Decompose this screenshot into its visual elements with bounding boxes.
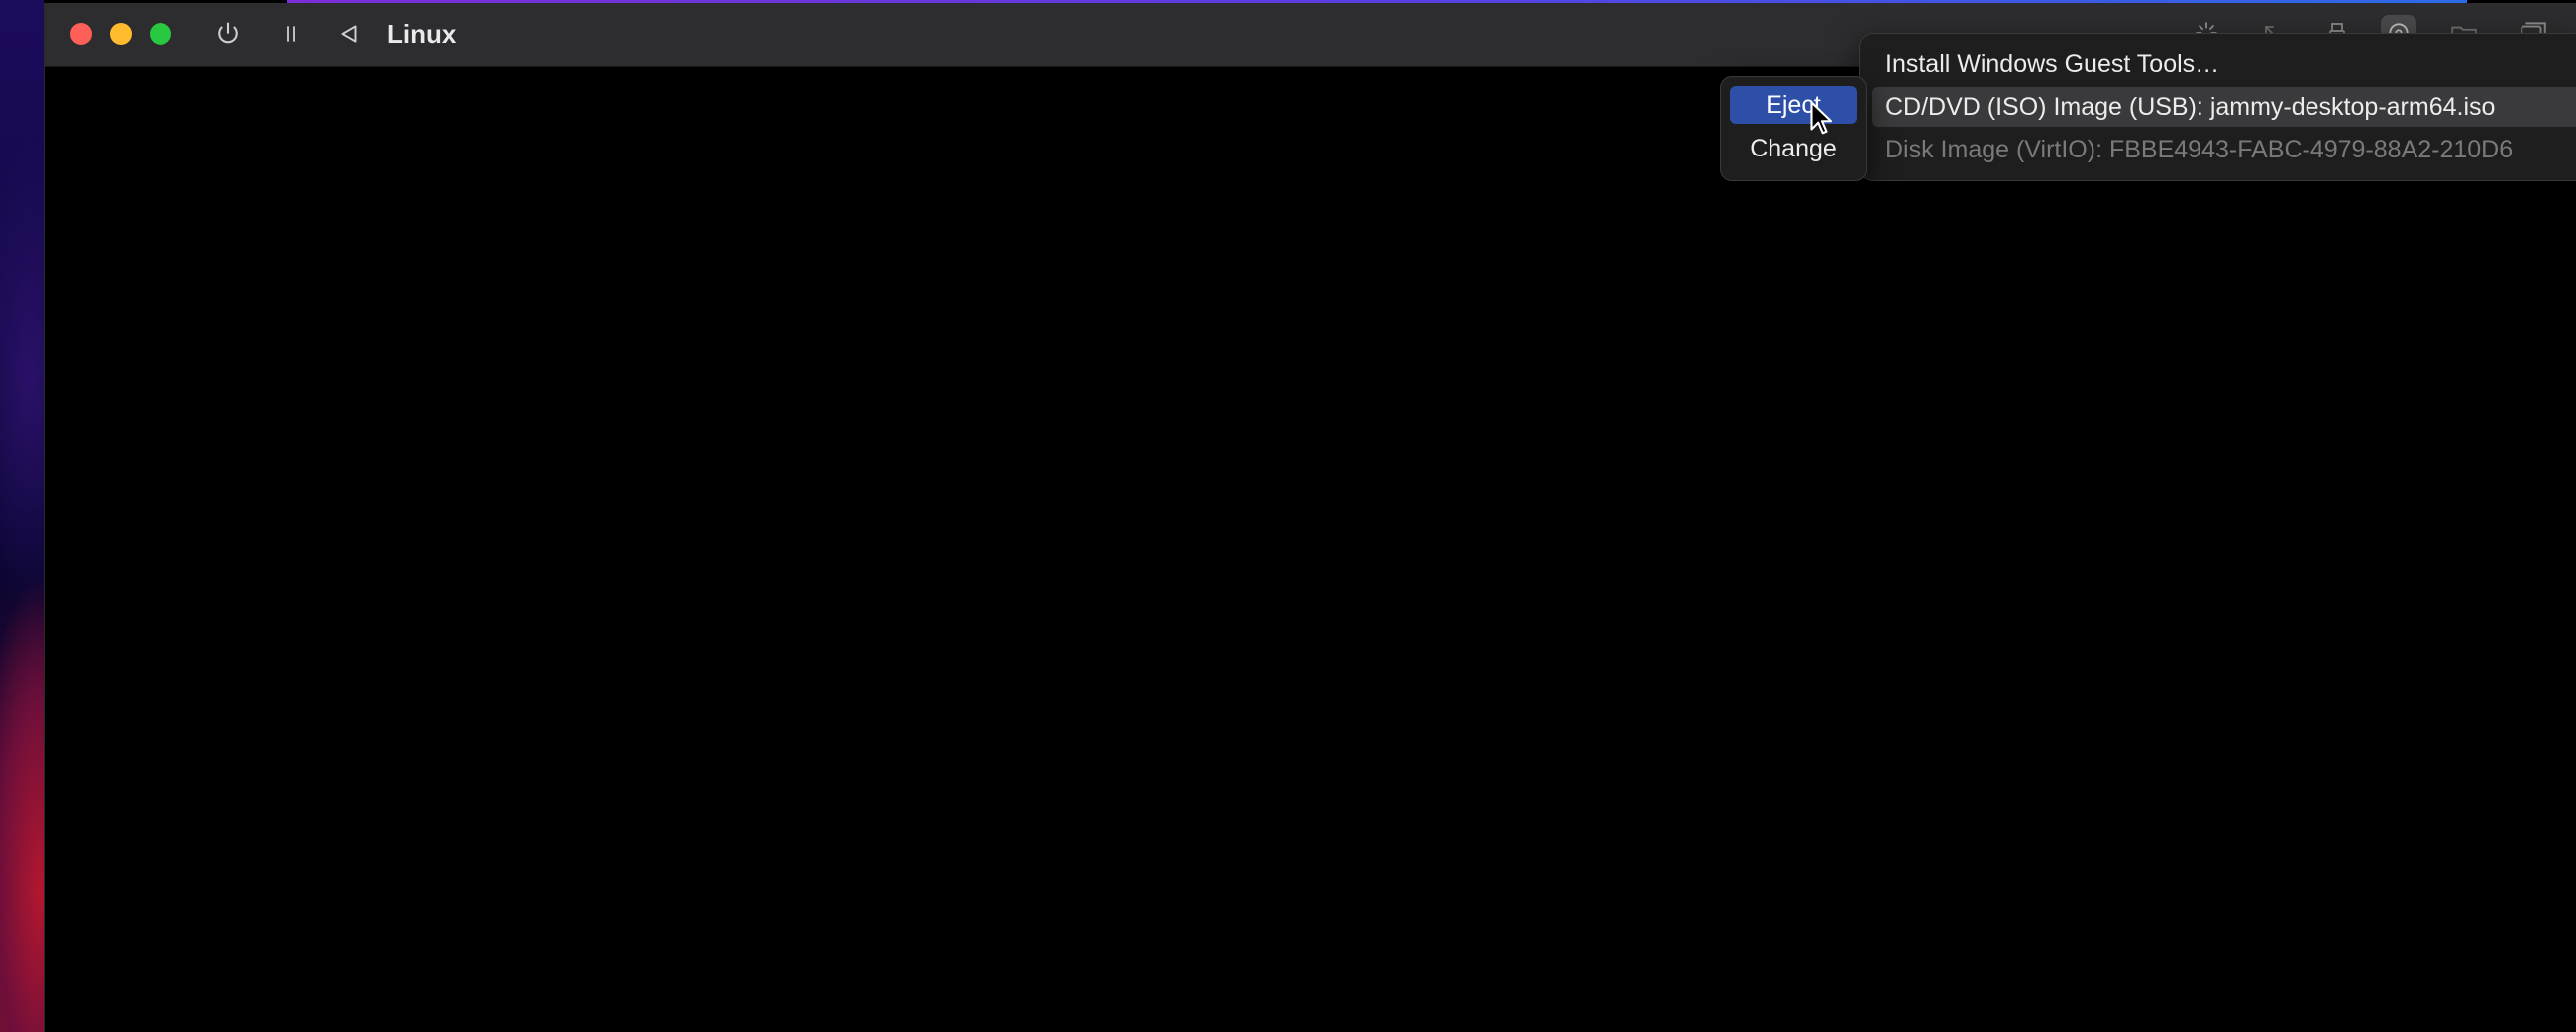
menu-item-install-guest-tools[interactable]: Install Windows Guest Tools… [1872,45,2576,84]
drive-menu: Install Windows Guest Tools… CD/DVD (ISO… [1859,33,2576,181]
eject-menu-item[interactable]: Eject [1730,86,1857,124]
pause-icon [287,26,295,42]
menu-item-cd-dvd-image[interactable]: CD/DVD (ISO) Image (USB): jammy-desktop-… [1872,87,2576,127]
close-button[interactable] [70,23,92,45]
power-icon [218,22,238,44]
back-icon [341,25,357,43]
minimize-button[interactable] [110,23,132,45]
mouse-cursor-icon [1810,101,1833,135]
desktop-wallpaper [0,0,44,1032]
change-menu-item[interactable]: Change [1730,130,1857,167]
pause-button[interactable] [274,17,308,51]
cd-dvd-submenu: Eject Change [1720,76,1867,181]
zoom-button[interactable] [150,23,171,45]
window-title: Linux [387,19,457,49]
back-button[interactable] [332,17,366,51]
menu-item-disk-image: Disk Image (VirtIO): FBBE4943-FABC-4979-… [1885,136,2514,163]
power-button[interactable] [211,17,245,51]
